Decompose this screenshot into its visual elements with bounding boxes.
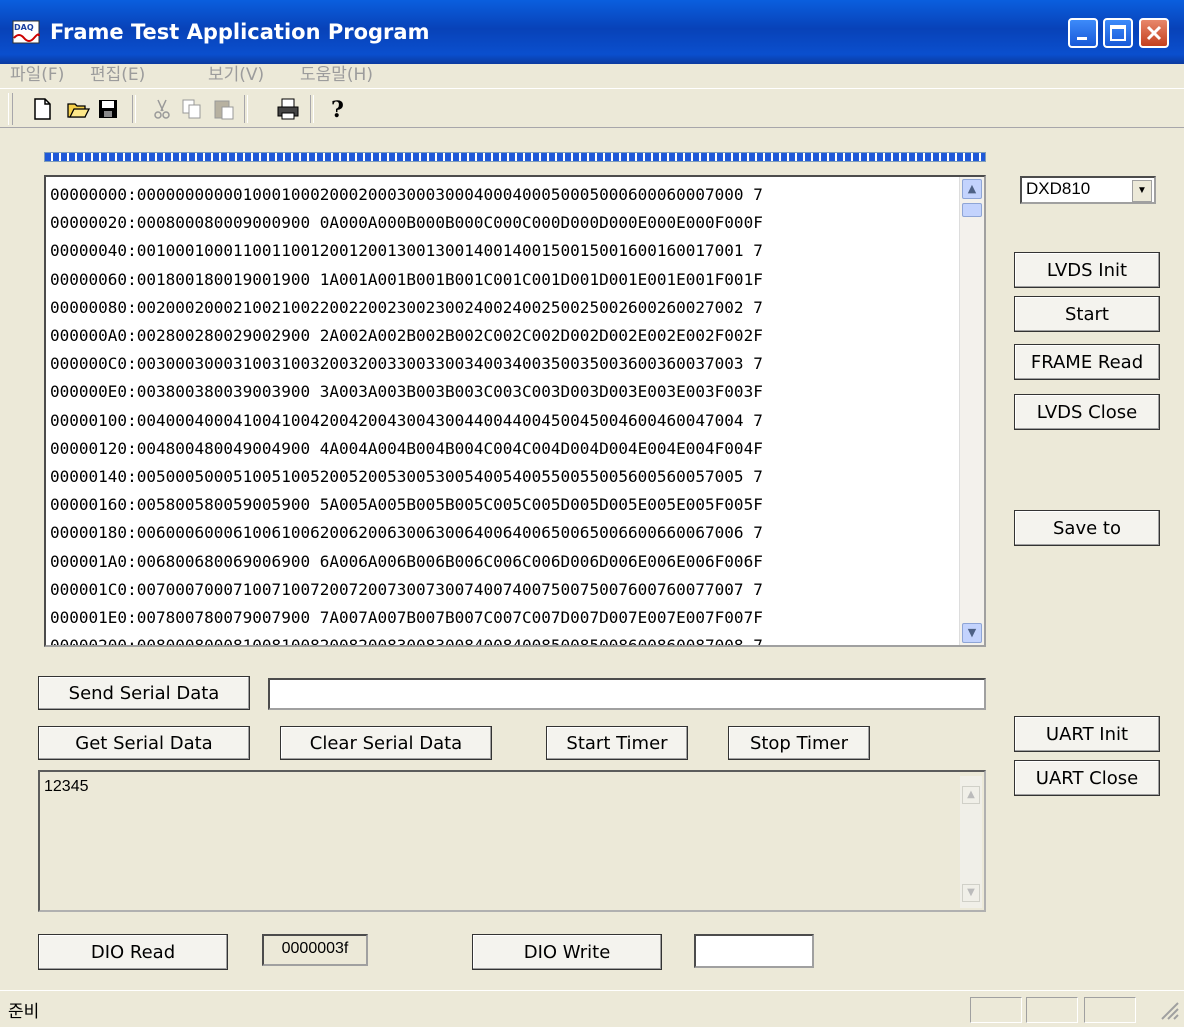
dropdown-arrow-icon[interactable]: ▼ xyxy=(1132,180,1152,202)
toolbar: ? xyxy=(0,88,1184,128)
data-line[interactable]: 00000020:000800080009000900 0A000A000B00… xyxy=(50,209,950,237)
list-scrollbar[interactable]: ▲ ▼ xyxy=(959,177,984,645)
scroll-thumb[interactable] xyxy=(962,203,982,217)
dio-read-value: 0000003f xyxy=(262,934,368,966)
close-button[interactable] xyxy=(1139,18,1169,48)
cut-icon[interactable] xyxy=(150,97,174,121)
lvds-close-button[interactable]: LVDS Close xyxy=(1014,394,1160,430)
maximize-button[interactable] xyxy=(1103,18,1133,48)
main-window: DAQ Frame Test Application Program 파일(F)… xyxy=(0,0,1184,1026)
frame-data-list[interactable]: 00000000:0000000000010001000200020003000… xyxy=(44,175,986,647)
status-panel xyxy=(1084,997,1136,1023)
serial-log-textarea[interactable]: 12345 ▲ ▼ xyxy=(38,770,986,912)
serial-log-text: 12345 xyxy=(44,778,89,795)
scroll-up-button[interactable]: ▲ xyxy=(962,179,982,199)
window-title: Frame Test Application Program xyxy=(50,20,430,44)
lvds-init-button[interactable]: LVDS Init xyxy=(1014,252,1160,288)
serial-log-scrollbar[interactable]: ▲ ▼ xyxy=(960,776,982,908)
close-icon xyxy=(1146,25,1162,41)
data-line[interactable]: 00000120:004800480049004900 4A004A004B00… xyxy=(50,435,950,463)
toolbar-separator xyxy=(244,95,248,123)
device-select-value: DXD810 xyxy=(1026,179,1091,198)
data-line[interactable]: 00000200:0080008000810081008200820083008… xyxy=(50,632,950,645)
data-line[interactable]: 000000A0:002800280029002900 2A002A002B00… xyxy=(50,322,950,350)
data-line[interactable]: 00000080:0020002000210021002200220023002… xyxy=(50,294,950,322)
data-line[interactable]: 00000160:005800580059005900 5A005A005B00… xyxy=(50,491,950,519)
minimize-icon xyxy=(1077,37,1087,40)
data-line[interactable]: 00000040:0010001000110011001200120013001… xyxy=(50,237,950,265)
data-line[interactable]: 00000180:0060006000610061006200620063006… xyxy=(50,519,950,547)
title-bar[interactable]: DAQ Frame Test Application Program xyxy=(0,0,1184,64)
status-panel xyxy=(1026,997,1078,1023)
data-line[interactable]: 000001E0:007800780079007900 7A007A007B00… xyxy=(50,604,950,632)
open-folder-icon[interactable] xyxy=(66,97,90,121)
status-panel xyxy=(970,997,1022,1023)
send-serial-button[interactable]: Send Serial Data xyxy=(38,676,250,710)
chevron-down-icon[interactable]: ▼ xyxy=(962,884,980,902)
toolbar-grip[interactable] xyxy=(8,93,13,125)
data-line[interactable]: 000001A0:006800680069006900 6A006A006B00… xyxy=(50,548,950,576)
menu-view[interactable]: 보기(V) xyxy=(208,60,264,85)
new-file-icon[interactable] xyxy=(30,97,54,121)
dio-read-button[interactable]: DIO Read xyxy=(38,934,228,970)
uart-init-button[interactable]: UART Init xyxy=(1014,716,1160,752)
status-text: 준비 xyxy=(8,1002,40,1022)
scroll-down-button[interactable]: ▼ xyxy=(962,623,982,643)
start-button[interactable]: Start xyxy=(1014,296,1160,332)
data-line[interactable]: 00000000:0000000000010001000200020003000… xyxy=(50,181,950,209)
stop-timer-button[interactable]: Stop Timer xyxy=(728,726,870,760)
uart-close-button[interactable]: UART Close xyxy=(1014,760,1160,796)
data-line[interactable]: 000000C0:0030003000310031003200320033003… xyxy=(50,350,950,378)
status-bar: 준비 xyxy=(0,990,1184,1027)
device-select[interactable]: DXD810 ▼ xyxy=(1020,176,1156,204)
menu-bar: 파일(F) 편집(E) 보기(V) 도움말(H) xyxy=(0,58,1184,86)
resize-grip-icon[interactable] xyxy=(1158,999,1180,1021)
menu-edit[interactable]: 편집(E) xyxy=(90,60,145,85)
copy-icon[interactable] xyxy=(180,97,204,121)
dio-write-input[interactable] xyxy=(694,934,814,968)
svg-text:DAQ: DAQ xyxy=(14,23,34,32)
serial-send-input[interactable] xyxy=(268,678,986,710)
get-serial-button[interactable]: Get Serial Data xyxy=(38,726,250,760)
start-timer-button[interactable]: Start Timer xyxy=(546,726,688,760)
paste-icon[interactable] xyxy=(212,97,236,121)
print-icon[interactable] xyxy=(276,97,300,121)
menu-help[interactable]: 도움말(H) xyxy=(300,60,373,85)
minimize-button[interactable] xyxy=(1068,18,1098,48)
progress-bar xyxy=(44,152,986,162)
chevron-up-icon[interactable]: ▲ xyxy=(962,786,980,804)
frame-read-button[interactable]: FRAME Read xyxy=(1014,344,1160,380)
frame-data-lines: 00000000:0000000000010001000200020003000… xyxy=(50,181,950,645)
menu-file[interactable]: 파일(F) xyxy=(10,60,64,85)
chevron-up-icon: ▲ xyxy=(967,182,977,195)
app-icon: DAQ xyxy=(12,20,40,44)
toolbar-separator xyxy=(132,95,136,123)
clear-serial-button[interactable]: Clear Serial Data xyxy=(280,726,492,760)
save-to-button[interactable]: Save to xyxy=(1014,510,1160,546)
maximize-icon xyxy=(1110,25,1126,41)
chevron-down-icon: ▼ xyxy=(967,626,977,639)
save-icon[interactable] xyxy=(96,97,120,121)
data-line[interactable]: 000000E0:003800380039003900 3A003A003B00… xyxy=(50,378,950,406)
dio-write-button[interactable]: DIO Write xyxy=(472,934,662,970)
svg-text:?: ? xyxy=(331,97,344,121)
data-line[interactable]: 00000060:001800180019001900 1A001A001B00… xyxy=(50,266,950,294)
help-icon[interactable]: ? xyxy=(326,97,350,121)
data-line[interactable]: 00000100:0040004000410041004200420043004… xyxy=(50,407,950,435)
progress-fill xyxy=(45,153,985,161)
data-line[interactable]: 00000140:0050005000510051005200520053005… xyxy=(50,463,950,491)
toolbar-separator xyxy=(310,95,314,123)
data-line[interactable]: 000001C0:0070007000710071007200720073007… xyxy=(50,576,950,604)
